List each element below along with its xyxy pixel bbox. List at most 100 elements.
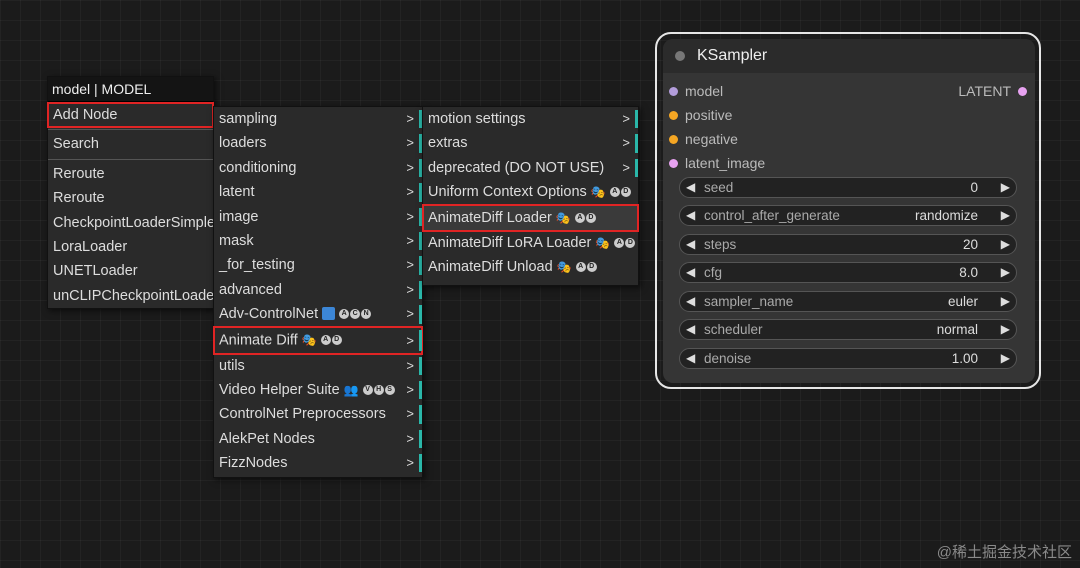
slot-dot-icon[interactable]	[669, 87, 678, 96]
submenu-arrow-icon: >	[406, 232, 414, 248]
slot-dot-icon[interactable]	[669, 111, 678, 120]
decrement-arrow-icon[interactable]: ◀	[686, 351, 695, 365]
extension-badge: 👥 VHS	[344, 378, 395, 402]
submenu-arrow-icon: >	[406, 135, 414, 151]
category-item-adv-controlnet[interactable]: Adv-ControlNet A C N >	[214, 302, 422, 326]
node-header[interactable]: KSampler	[663, 39, 1035, 73]
category-item-advanced[interactable]: advanced >	[214, 278, 422, 302]
category-label: Animate Diff	[219, 332, 298, 349]
menu-item-unclip-checkpoint-loader[interactable]: unCLIPCheckpointLoader	[48, 284, 219, 308]
widget-control-after-generate[interactable]: ◀ control_after_generate randomize ▶	[679, 205, 1017, 226]
category-item-sampling[interactable]: sampling >	[214, 107, 422, 131]
widget-value: 8.0	[959, 265, 978, 280]
increment-arrow-icon[interactable]: ▶	[1001, 322, 1010, 336]
decrement-arrow-icon[interactable]: ◀	[686, 237, 695, 251]
widget-sampler-name[interactable]: ◀ sampler_name euler ▶	[679, 291, 1017, 312]
decrement-arrow-icon[interactable]: ◀	[686, 294, 695, 308]
category-item-latent[interactable]: latent >	[214, 180, 422, 204]
category-item-video-helper-suite[interactable]: Video Helper Suite 👥 V H S >	[214, 378, 422, 402]
category-item-mask[interactable]: mask >	[214, 229, 422, 253]
slot-label: negative	[685, 131, 738, 147]
submenu-arrow-icon: >	[406, 357, 414, 373]
input-slot-negative[interactable]: negative	[669, 131, 738, 147]
main-context-menu: model | MODEL Add Node Search Reroute Re…	[47, 76, 219, 309]
widget-value: 0	[970, 180, 978, 195]
decrement-arrow-icon[interactable]: ◀	[686, 265, 695, 279]
submenu-item-animatediff-loader[interactable]: AnimateDiff Loader 🎭 AD	[422, 203, 639, 232]
submenu-item-deprecated[interactable]: deprecated (DO NOT USE) >	[423, 156, 638, 180]
submenu-item-uniform-context-options[interactable]: Uniform Context Options 🎭 AD	[423, 180, 638, 204]
widget-scheduler[interactable]: ◀ scheduler normal ▶	[679, 319, 1017, 340]
submenu-arrow-icon: >	[406, 208, 414, 224]
input-slot-positive[interactable]: positive	[669, 107, 732, 123]
submenu-item-animatediff-lora-loader[interactable]: AnimateDiff LoRA Loader 🎭 AD	[423, 231, 638, 255]
category-item-conditioning[interactable]: conditioning >	[214, 156, 422, 180]
widget-denoise[interactable]: ◀ denoise 1.00 ▶	[679, 348, 1017, 369]
input-slot-latent-image[interactable]: latent_image	[669, 155, 765, 171]
submenu-arrow-icon: >	[406, 332, 414, 348]
decrement-arrow-icon[interactable]: ◀	[686, 180, 695, 194]
increment-arrow-icon[interactable]: ▶	[1001, 208, 1010, 222]
node-title: KSampler	[697, 47, 768, 64]
extension-badge: 🎭 AD	[302, 327, 342, 354]
input-slot-model[interactable]: model	[669, 83, 724, 99]
category-item-controlnet-preprocessors[interactable]: ControlNet Preprocessors >	[214, 402, 422, 426]
widget-cfg[interactable]: ◀ cfg 8.0 ▶	[679, 262, 1017, 283]
category-label: AlekPet Nodes	[219, 430, 315, 447]
category-item-alekpet-nodes[interactable]: AlekPet Nodes >	[214, 427, 422, 451]
collapse-dot-icon[interactable]	[675, 51, 685, 61]
menu-title: model | MODEL	[48, 77, 213, 102]
category-item-fizznodes[interactable]: FizzNodes >	[214, 451, 422, 475]
submenu-item-animatediff-unload[interactable]: AnimateDiff Unload 🎭 AD	[423, 255, 638, 279]
menu-item-reroute[interactable]: Reroute	[48, 186, 213, 210]
menu-item-reroute[interactable]: Reroute	[48, 162, 213, 186]
widget-name: steps	[704, 237, 737, 252]
category-label: _for_testing	[219, 257, 295, 274]
output-slot-dot-icon[interactable]	[1018, 87, 1027, 96]
menu-item-unet-loader[interactable]: UNETLoader	[48, 259, 213, 283]
category-label: Adv-ControlNet	[219, 306, 319, 323]
increment-arrow-icon[interactable]: ▶	[1001, 180, 1010, 194]
increment-arrow-icon[interactable]: ▶	[1001, 237, 1010, 251]
slot-dot-icon[interactable]	[669, 135, 678, 144]
category-label: ControlNet Preprocessors	[219, 406, 386, 423]
animatediff-submenu: motion settings > extras > deprecated (DO …	[422, 106, 639, 286]
widget-value: euler	[947, 294, 978, 309]
submenu-arrow-icon: >	[622, 135, 630, 151]
decrement-arrow-icon[interactable]: ◀	[686, 322, 695, 336]
menu-separator	[48, 158, 213, 160]
slot-label: model	[685, 83, 724, 99]
submenu-arrow-icon: >	[406, 430, 414, 446]
widget-seed[interactable]: ◀ seed 0 ▶	[679, 177, 1017, 198]
submenu-arrow-icon: >	[406, 184, 414, 200]
submenu-arrow-icon: >	[622, 159, 630, 175]
ksampler-node[interactable]: KSampler model positive negative latent_…	[663, 39, 1035, 383]
category-label: conditioning	[219, 159, 297, 176]
submenu-arrow-icon: >	[406, 381, 414, 397]
increment-arrow-icon[interactable]: ▶	[1001, 351, 1010, 365]
widget-name: control_after_generate	[704, 208, 840, 223]
decrement-arrow-icon[interactable]: ◀	[686, 208, 695, 222]
category-item-animate-diff[interactable]: Animate Diff 🎭 A D >	[213, 325, 423, 355]
extension-badge: 🎭 AD	[557, 255, 597, 279]
increment-arrow-icon[interactable]: ▶	[1001, 294, 1010, 308]
submenu-item-motion-settings[interactable]: motion settings >	[423, 107, 638, 131]
category-item-for-testing[interactable]: _for_testing >	[214, 253, 422, 277]
category-item-loaders[interactable]: loaders >	[214, 131, 422, 155]
search-item[interactable]: Search	[48, 132, 213, 156]
add-node-item[interactable]: Add Node	[47, 101, 214, 129]
menu-item-lora-loader[interactable]: LoraLoader	[48, 235, 213, 259]
category-label: advanced	[219, 281, 282, 298]
category-item-image[interactable]: image >	[214, 205, 422, 229]
widget-name: cfg	[704, 265, 723, 280]
category-item-utils[interactable]: utils >	[214, 354, 422, 378]
item-label: AnimateDiff Unload	[428, 258, 553, 275]
output-slot-latent[interactable]: LATENT	[958, 83, 1011, 99]
menu-item-checkpoint-loader-simple[interactable]: CheckpointLoaderSimple	[48, 211, 215, 235]
widget-steps[interactable]: ◀ steps 20 ▶	[679, 234, 1017, 255]
increment-arrow-icon[interactable]: ▶	[1001, 265, 1010, 279]
slot-dot-icon[interactable]	[669, 159, 678, 168]
submenu-item-extras[interactable]: extras >	[423, 131, 638, 155]
submenu-arrow-icon: >	[406, 406, 414, 422]
submenu-arrow-icon: >	[406, 455, 414, 471]
